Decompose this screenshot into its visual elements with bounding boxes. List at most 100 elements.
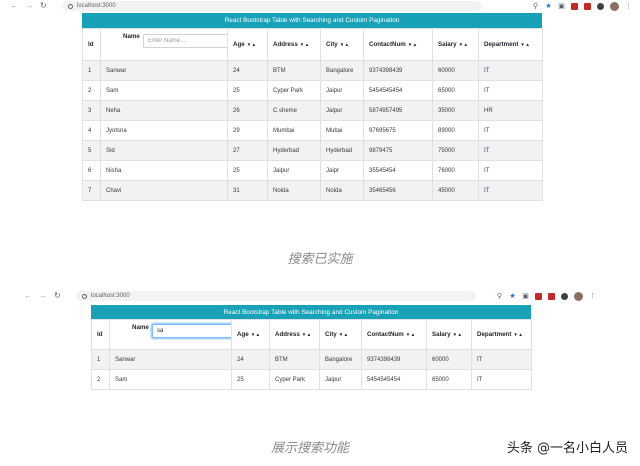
profile-avatar[interactable]	[574, 291, 583, 301]
column-header-name: Name	[100, 28, 228, 61]
bookmark-star-icon[interactable]: ★	[545, 3, 552, 10]
cell-salary: 89000	[432, 120, 479, 141]
reload-icon[interactable]: ↻	[54, 292, 61, 300]
column-header-city[interactable]: City ▼▲	[320, 28, 364, 61]
cell-salary: 65000	[426, 369, 472, 390]
back-icon[interactable]: ←	[10, 2, 18, 10]
column-header-department[interactable]: Department ▼▲	[471, 319, 532, 350]
name-filter-input[interactable]	[152, 324, 231, 338]
name-filter-input[interactable]	[143, 34, 227, 48]
column-label-name: Name	[123, 33, 140, 40]
data-table-full: Id Name Age▼▲ Address▼▲ City▼▲ ContactNu…	[82, 28, 543, 201]
cell-department: IT	[478, 120, 543, 141]
cell-city: Jaipr	[320, 160, 364, 181]
cell-age: 25	[231, 369, 270, 390]
browser-nav: ← → ↻	[14, 292, 76, 300]
column-label-name: Name	[132, 324, 149, 331]
sort-caret-icon[interactable]: ▼▲	[453, 332, 463, 337]
cell-id: 1	[82, 60, 101, 81]
forward-icon[interactable]: →	[39, 292, 47, 300]
sort-caret-icon[interactable]: ▼▲	[520, 42, 530, 47]
menu-kebab-icon[interactable]: ⋮	[589, 293, 596, 300]
address-text: localhost:3000	[77, 3, 116, 9]
cell-age: 29	[227, 120, 268, 141]
cell-age: 31	[227, 180, 268, 201]
image-extension-icon[interactable]	[548, 292, 555, 300]
dark-mode-extension-icon[interactable]	[597, 2, 604, 10]
cell-age: 24	[231, 349, 270, 370]
sort-caret-icon[interactable]: ▼▲	[513, 332, 523, 337]
sort-caret-icon[interactable]: ▼▲	[300, 42, 310, 47]
column-header-city[interactable]: City ▼▲	[319, 319, 362, 350]
sort-caret-icon[interactable]: ▼▲	[340, 42, 350, 47]
table-row: 5 Sid 27 Hyderbad Hyderbad 9879475 75000…	[82, 140, 543, 161]
column-header-id: Id	[91, 319, 110, 350]
screen-capture-icon[interactable]: ▣	[558, 3, 565, 10]
browser-toolbar-bottom: ← → ↻ localhost:3000 ⚲ ★ ▣ ⋮	[14, 290, 604, 302]
column-header-address[interactable]: Address ▼▲	[267, 28, 321, 61]
sort-caret-icon[interactable]: ▼▲	[339, 332, 349, 337]
cell-name: Nisha	[100, 160, 228, 181]
cell-contact: 5874957495	[363, 100, 433, 121]
reload-icon[interactable]: ↻	[40, 2, 47, 10]
profile-avatar[interactable]	[610, 1, 619, 11]
cell-age: 26	[227, 100, 268, 121]
sort-caret-icon[interactable]: ▼▲	[302, 332, 312, 337]
cell-id: 7	[82, 180, 101, 201]
column-header-salary[interactable]: Salary ▼▲	[426, 319, 472, 350]
cell-id: 4	[82, 120, 101, 141]
forward-icon[interactable]: →	[25, 2, 33, 10]
cell-department: IT	[478, 80, 543, 101]
column-header-contactnum[interactable]: ContactNum ▼▲	[361, 319, 427, 350]
column-header-contactnum[interactable]: ContactNum ▼▲	[363, 28, 433, 61]
cell-city: Hyderbad	[320, 140, 364, 161]
column-header-age[interactable]: Age ▼▲	[227, 28, 268, 61]
cell-id: 6	[82, 160, 101, 181]
table-body-full: 1 Sanwar 24 BTM Bangalore 9374398439 600…	[82, 60, 543, 201]
table-row: 6 Nisha 25 Jaipur Jaipr 35545454 76000 I…	[82, 160, 543, 181]
table-body-filtered: 1 Sanwar 24 BTM Bangalore 9374398439 600…	[91, 349, 532, 390]
cell-name: Sam	[109, 369, 232, 390]
bookmark-star-icon[interactable]: ★	[509, 293, 516, 300]
cell-department: IT	[478, 160, 543, 181]
cell-address: Mumbai	[267, 120, 321, 141]
back-icon[interactable]: ←	[24, 292, 32, 300]
caption-top: 搜索已实施	[287, 252, 353, 267]
info-icon[interactable]	[82, 293, 87, 299]
zoom-icon[interactable]: ⚲	[496, 293, 503, 300]
cell-age: 24	[227, 60, 268, 81]
sort-caret-icon[interactable]: ▼▲	[459, 42, 469, 47]
sort-caret-icon[interactable]: ▼▲	[247, 42, 257, 47]
zoom-icon[interactable]: ⚲	[532, 3, 539, 10]
column-header-department[interactable]: Department ▼▲	[478, 28, 543, 61]
address-bar[interactable]: localhost:3000	[76, 291, 476, 301]
sort-caret-icon[interactable]: ▼▲	[251, 332, 261, 337]
dark-mode-extension-icon[interactable]	[561, 292, 568, 300]
menu-kebab-icon[interactable]: ⋮	[625, 3, 632, 10]
pocket-extension-icon[interactable]	[535, 292, 542, 300]
table-title: React Bootstrap Table with Searching and…	[224, 17, 400, 24]
image-extension-icon[interactable]	[584, 2, 591, 10]
cell-name: Sanwar	[100, 60, 228, 81]
cell-city: Bangalore	[320, 60, 364, 81]
column-header-address[interactable]: Address ▼▲	[269, 319, 320, 350]
cell-department: IT	[471, 349, 532, 370]
column-header-age[interactable]: Age ▼▲	[231, 319, 270, 350]
cell-id: 2	[91, 369, 110, 390]
cell-city: Jaipur	[319, 369, 362, 390]
cell-contact: 35545454	[363, 160, 433, 181]
cell-city: Bangalore	[319, 349, 362, 370]
table-row: 2 Sam 25 Cyper Park Jaipur 5454545454 65…	[82, 80, 543, 101]
info-icon[interactable]	[68, 3, 73, 9]
cell-salary: 65000	[432, 80, 479, 101]
address-bar[interactable]: localhost:3000	[62, 1, 482, 11]
cell-city: Jaipur	[320, 100, 364, 121]
column-header-salary[interactable]: Salary ▼▲	[432, 28, 479, 61]
cell-salary: 76000	[432, 160, 479, 181]
sort-caret-icon[interactable]: ▼▲	[408, 42, 418, 47]
screen-capture-icon[interactable]: ▣	[522, 293, 529, 300]
cell-id: 3	[82, 100, 101, 121]
table-title-bar: React Bootstrap Table with Searching and…	[91, 305, 531, 319]
pocket-extension-icon[interactable]	[571, 2, 578, 10]
sort-caret-icon[interactable]: ▼▲	[406, 332, 416, 337]
